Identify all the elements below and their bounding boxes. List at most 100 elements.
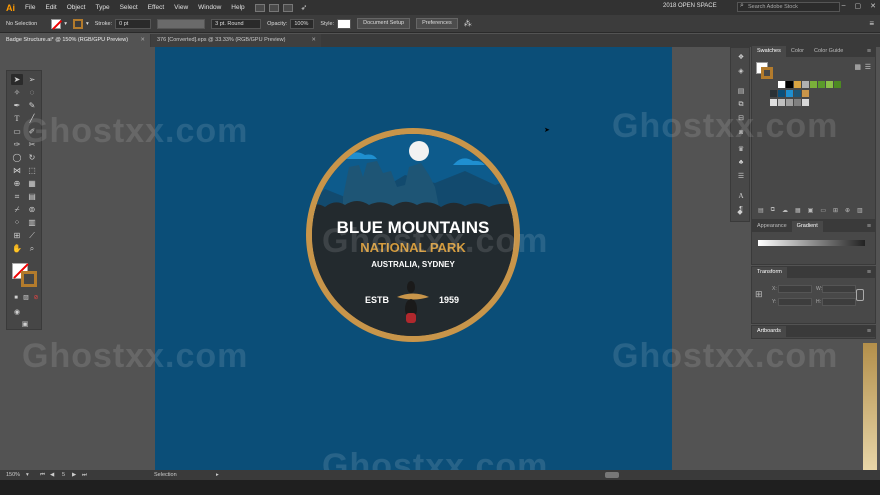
brushes-icon[interactable]: ♛ — [736, 145, 746, 154]
stock-button[interactable] — [268, 3, 279, 12]
menu-help[interactable]: Help — [231, 4, 244, 11]
workspace-switcher[interactable]: 2018 OPEN SPACE — [663, 3, 717, 9]
hand-tool-icon[interactable]: ✋ — [11, 243, 23, 254]
slice-tool-icon[interactable]: ⟋ — [26, 230, 38, 241]
perspective-grid-icon[interactable]: ▦ — [26, 178, 38, 189]
maximize-icon[interactable]: ▢ — [855, 2, 862, 10]
gradient-tool-icon[interactable]: ▤ — [26, 191, 38, 202]
artboard-number[interactable]: 5 — [62, 470, 65, 480]
zoom-tool-icon[interactable]: ⌕ — [26, 243, 38, 254]
ellipse-tool-icon[interactable]: ◯ — [11, 152, 23, 163]
folder-icon[interactable]: ▭ — [820, 207, 826, 214]
swatch-white[interactable] — [778, 81, 785, 88]
tab-color-guide[interactable]: Color Guide — [809, 46, 848, 57]
screen-mode-icon[interactable]: ▣ — [19, 319, 31, 330]
fill-swatch[interactable] — [51, 18, 62, 29]
magic-wand-icon[interactable]: ✧ — [11, 87, 23, 98]
properties-icon[interactable]: ◈ — [736, 67, 746, 76]
chevron-down-icon[interactable]: ▾ — [86, 21, 89, 27]
shape-builder-icon[interactable]: ⊕ — [11, 178, 23, 189]
pathfinder-icon[interactable]: ⧈ — [736, 128, 746, 137]
menu-select[interactable]: Select — [120, 4, 138, 11]
layers-stack-icon[interactable]: ◆ — [735, 208, 745, 217]
status-menu-icon[interactable]: ▸ — [216, 470, 219, 480]
artboard-tool-icon[interactable]: ⊞ — [11, 230, 23, 241]
shaper-tool-icon[interactable]: ✑ — [11, 139, 23, 150]
line-tool-icon[interactable]: ╱ — [26, 113, 38, 124]
last-artboard-icon[interactable]: ⏭ — [82, 470, 87, 480]
arrange-documents-button[interactable] — [282, 3, 293, 12]
swatch-sky[interactable] — [786, 90, 793, 97]
paintbrush-icon[interactable]: ✐ — [26, 126, 38, 137]
blue-mountains-badge[interactable]: BLUE MOUNTAINS NATIONAL PARK AUSTRALIA, … — [305, 127, 521, 343]
preferences-button[interactable]: Preferences — [416, 18, 458, 29]
swatch-gray-5[interactable] — [802, 99, 809, 106]
menu-view[interactable]: View — [174, 4, 188, 11]
swatch-gray[interactable] — [802, 81, 809, 88]
swatch-black[interactable] — [786, 81, 793, 88]
document-setup-button[interactable]: Document Setup — [357, 18, 411, 29]
library-menu-icon[interactable]: ▤ — [758, 207, 764, 214]
width-tool-icon[interactable]: ⋈ — [11, 165, 23, 176]
bridge-button[interactable] — [254, 3, 265, 12]
swatch-gray-4[interactable] — [794, 99, 801, 106]
new-swatch-icon[interactable]: ⊕ — [845, 207, 850, 214]
graphic-style-swatch[interactable] — [337, 18, 352, 29]
tab-appearance[interactable]: Appearance — [752, 221, 792, 232]
artboard-canvas[interactable]: BLUE MOUNTAINS NATIONAL PARK AUSTRALIA, … — [155, 47, 672, 470]
swatch-options-icon[interactable]: ▣ — [808, 207, 814, 214]
stroke-swatch[interactable] — [72, 18, 83, 29]
lasso-icon[interactable]: ◌ — [26, 87, 38, 98]
reference-point-icon[interactable]: ⊞ — [755, 289, 763, 300]
swatch-navy[interactable] — [778, 90, 785, 97]
scissors-icon[interactable]: ✂ — [26, 139, 38, 150]
artboards-icon[interactable]: ⧉ — [736, 100, 746, 109]
tab-gradient[interactable]: Gradient — [791, 221, 823, 232]
new-color-group-icon[interactable]: ⊞ — [833, 207, 838, 214]
tab-swatches[interactable]: Swatches — [752, 46, 786, 57]
horizontal-scrollbar-thumb[interactable] — [605, 472, 619, 478]
swatch-charcoal[interactable] — [770, 90, 777, 97]
close-tab-icon[interactable]: ✕ — [140, 34, 145, 47]
symbol-sprayer-icon[interactable]: ⁘ — [11, 217, 23, 228]
transform-title[interactable]: Transform — [752, 267, 787, 278]
pen-tool-icon[interactable]: ✒ — [11, 100, 23, 111]
rocket-icon[interactable]: ➶ — [301, 3, 308, 12]
curvature-tool-icon[interactable]: ✎ — [26, 100, 38, 111]
minimize-icon[interactable]: – — [842, 2, 846, 10]
gradient-preview-bar[interactable] — [758, 240, 865, 246]
character-icon[interactable]: A — [736, 192, 746, 201]
zoom-level[interactable]: 150% — [6, 470, 20, 480]
panel-menu-icon[interactable]: ≡ — [867, 221, 871, 232]
swatch-green[interactable] — [810, 81, 817, 88]
panel-menu-icon[interactable]: ≡ — [869, 19, 874, 28]
drawing-modes-icon[interactable]: ◉ — [11, 307, 23, 318]
next-artboard-icon[interactable]: ▶ — [72, 470, 76, 480]
tab-color[interactable]: Color — [786, 46, 809, 57]
stroke-color-box[interactable] — [21, 271, 37, 287]
opacity-field[interactable]: 100% — [290, 18, 315, 29]
constrain-proportions-icon[interactable] — [856, 289, 864, 301]
swatch-dark-green[interactable] — [818, 81, 825, 88]
mesh-tool-icon[interactable]: ⌗ — [11, 191, 23, 202]
transform-x-field[interactable] — [778, 285, 812, 293]
tab-converted-eps[interactable]: 376 [Converted].eps @ 33.33% (RGB/GPU Pr… — [151, 34, 321, 47]
menu-edit[interactable]: Edit — [45, 4, 56, 11]
zoom-dropdown-icon[interactable]: ▾ — [26, 470, 29, 480]
first-artboard-icon[interactable]: ⏮ — [40, 470, 45, 480]
layers-icon[interactable]: ▤ — [736, 87, 746, 96]
swatch-light-green[interactable] — [826, 81, 833, 88]
menu-window[interactable]: Window — [198, 4, 221, 11]
rotate-tool-icon[interactable]: ↻ — [26, 152, 38, 163]
transform-y-field[interactable] — [778, 298, 812, 306]
close-icon[interactable]: ✕ — [870, 2, 876, 10]
libraries-icon[interactable]: ❖ — [736, 53, 746, 62]
panel-menu-icon[interactable]: ≡ — [867, 46, 871, 57]
free-transform-icon[interactable]: ⬚ — [26, 165, 38, 176]
transform-w-field[interactable] — [822, 285, 856, 293]
panel-menu-icon[interactable]: ≡ — [867, 267, 871, 278]
swatch-gray-2[interactable] — [778, 99, 785, 106]
search-stock-input[interactable]: Search Adobe Stock — [737, 2, 840, 12]
swatch-gray-3[interactable] — [786, 99, 793, 106]
stroke-panel-icon[interactable]: ☰ — [736, 172, 746, 181]
